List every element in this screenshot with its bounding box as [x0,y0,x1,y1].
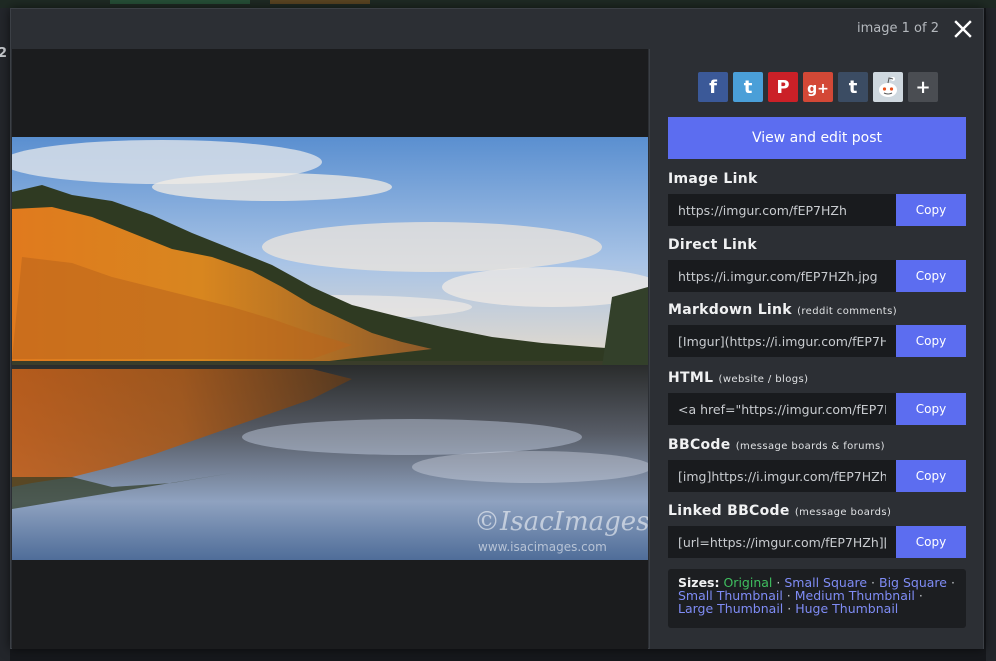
html-link-copy-button[interactable]: Copy [896,393,966,425]
markdown-link-label: Markdown Link (reddit comments) [668,302,966,320]
share-pinterest-button[interactable]: P [768,72,798,102]
image-modal: image 1 of 2 ©IsacImages www.isacimages.… [10,8,984,649]
view-edit-post-button[interactable]: View and edit post [668,117,966,159]
plus-icon: + [915,77,930,98]
direct-link-group: Direct Link Copy [668,237,966,292]
share-tumblr-button[interactable]: t [838,72,868,102]
markdown-link-copy-button[interactable]: Copy [896,325,966,357]
linked-bbcode-link-hint: (message boards) [794,507,892,518]
share-more-button[interactable]: + [908,72,938,102]
modal-header: image 1 of 2 [11,9,983,49]
reddit-icon [879,77,897,97]
svg-text:+: + [915,77,930,98]
linked-bbcode-link-row: Copy [668,526,966,558]
image-viewer: ©IsacImages www.isacimages.com [12,49,648,649]
linked-bbcode-link-label: Linked BBCode (message boards) [668,503,966,521]
svg-text:P: P [776,77,789,98]
twitter-icon: t [744,77,753,98]
bbcode-link-row: Copy [668,460,966,492]
image-link-copy-button[interactable]: Copy [896,194,966,226]
svg-text:t: t [744,77,753,98]
size-option-large-thumbnail[interactable]: Large Thumbnail [678,601,783,616]
svg-text:t: t [849,77,858,98]
google-plus-icon: g+ [807,81,829,97]
markdown-link-row: Copy [668,325,966,357]
direct-link-row: Copy [668,260,966,292]
direct-link-title: Direct Link [668,237,757,253]
background-tab-green [110,0,250,4]
html-link-row: Copy [668,393,966,425]
watermark-url: www.isacimages.com [478,540,607,554]
svg-text:g+: g+ [807,81,829,97]
direct-link-field[interactable] [668,260,896,292]
background-tab-orange [270,0,370,4]
close-button[interactable] [952,18,974,40]
tumblr-icon: t [849,77,858,98]
size-separator: · [950,575,955,590]
bbcode-link-field[interactable] [668,460,896,492]
share-sidebar: f t Pg+ t + View and edit post Image Link Cop… [649,49,983,649]
svg-text:f: f [709,77,717,98]
image-link-label: Image Link [668,171,966,189]
landscape-photo[interactable]: ©IsacImages www.isacimages.com [12,137,648,560]
linked-bbcode-link-group: Linked BBCode (message boards) Copy [668,503,966,558]
share-reddit-button[interactable] [873,72,903,102]
markdown-link-group: Markdown Link (reddit comments) Copy [668,302,966,357]
share-google-plus-button[interactable]: g+ [803,72,833,102]
markdown-link-title: Markdown Link [668,302,792,318]
facebook-icon: f [709,77,717,98]
bbcode-link-copy-button[interactable]: Copy [896,460,966,492]
html-link-title: HTML [668,370,714,386]
linked-bbcode-link-title: Linked BBCode [668,503,790,519]
html-link-group: HTML (website / blogs) Copy [668,370,966,425]
markdown-link-hint: (reddit comments) [797,306,898,317]
background-page-strip [0,0,996,8]
linked-bbcode-link-field[interactable] [668,526,896,558]
html-link-hint: (website / blogs) [718,374,809,385]
background-page-right [986,8,996,661]
html-link-field[interactable] [668,393,896,425]
image-link-group: Image Link Copy [668,171,966,226]
size-option-huge-thumbnail[interactable]: Huge Thumbnail [795,601,898,616]
image-counter: image 1 of 2 [857,21,939,36]
bbcode-link-label: BBCode (message boards & forums) [668,437,966,455]
background-page-number: 2 [0,46,8,61]
html-link-label: HTML (website / blogs) [668,370,966,388]
social-share-row: f t Pg+ t + [698,72,938,102]
image-link-title: Image Link [668,171,758,187]
sizes-panel: Sizes: Original · Small Square · Big Squ… [668,569,966,628]
linked-bbcode-link-copy-button[interactable]: Copy [896,526,966,558]
image-link-row: Copy [668,194,966,226]
image-link-field[interactable] [668,194,896,226]
pinterest-icon: P [776,77,789,98]
close-icon [954,20,972,38]
bbcode-link-group: BBCode (message boards & forums) Copy [668,437,966,492]
share-twitter-button[interactable]: t [733,72,763,102]
size-separator: · [787,600,792,616]
size-separator: · [918,587,923,603]
markdown-link-field[interactable] [668,325,896,357]
direct-link-label: Direct Link [668,237,966,255]
bbcode-link-hint: (message boards & forums) [735,441,885,452]
direct-link-copy-button[interactable]: Copy [896,260,966,292]
share-facebook-button[interactable]: f [698,72,728,102]
background-page-left: 2 [0,8,10,661]
watermark-title: ©IsacImages [474,507,648,537]
bbcode-link-title: BBCode [668,437,731,453]
